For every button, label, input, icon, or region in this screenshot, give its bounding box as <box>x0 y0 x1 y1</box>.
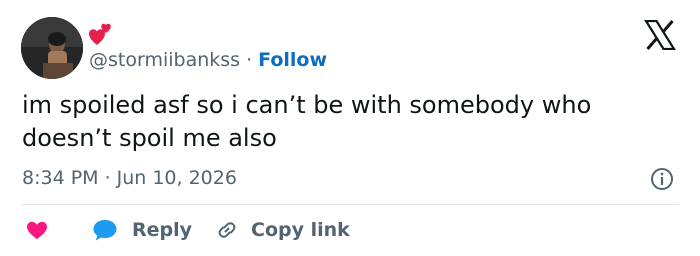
timestamp-row: 8:34 PM · Jun 10, 2026 <box>22 165 237 191</box>
speech-bubble-icon <box>93 220 117 241</box>
heart-icon <box>27 221 47 240</box>
tweet-card: @stormiibankss · Follow im spoiled asf s… <box>0 0 700 256</box>
two-hearts-icon <box>89 23 111 45</box>
action-bar: Reply Copy link <box>25 216 685 244</box>
author-handle[interactable]: @stormiibankss <box>89 49 240 71</box>
x-logo-icon[interactable] <box>644 20 676 50</box>
like-button[interactable] <box>25 216 49 244</box>
avatar[interactable] <box>21 17 83 79</box>
tweet-date[interactable]: Jun 10, 2026 <box>117 167 237 189</box>
separator-dot: · <box>246 49 253 71</box>
tweet-text: im spoiled asf so i can’t be with somebo… <box>22 91 592 152</box>
reply-button[interactable]: Reply <box>92 216 192 244</box>
author-row: @stormiibankss · Follow <box>89 47 327 73</box>
link-icon <box>218 222 236 238</box>
follow-button[interactable]: Follow <box>258 49 327 71</box>
reply-label: Reply <box>132 219 193 241</box>
divider <box>21 204 679 205</box>
info-icon[interactable] <box>650 167 674 191</box>
tweet-time[interactable]: 8:34 PM <box>22 167 99 189</box>
copy-link-label: Copy link <box>251 219 350 241</box>
separator-dot: · <box>104 167 111 189</box>
avatar-photo <box>21 17 83 79</box>
copy-link-button[interactable]: Copy link <box>215 216 350 244</box>
